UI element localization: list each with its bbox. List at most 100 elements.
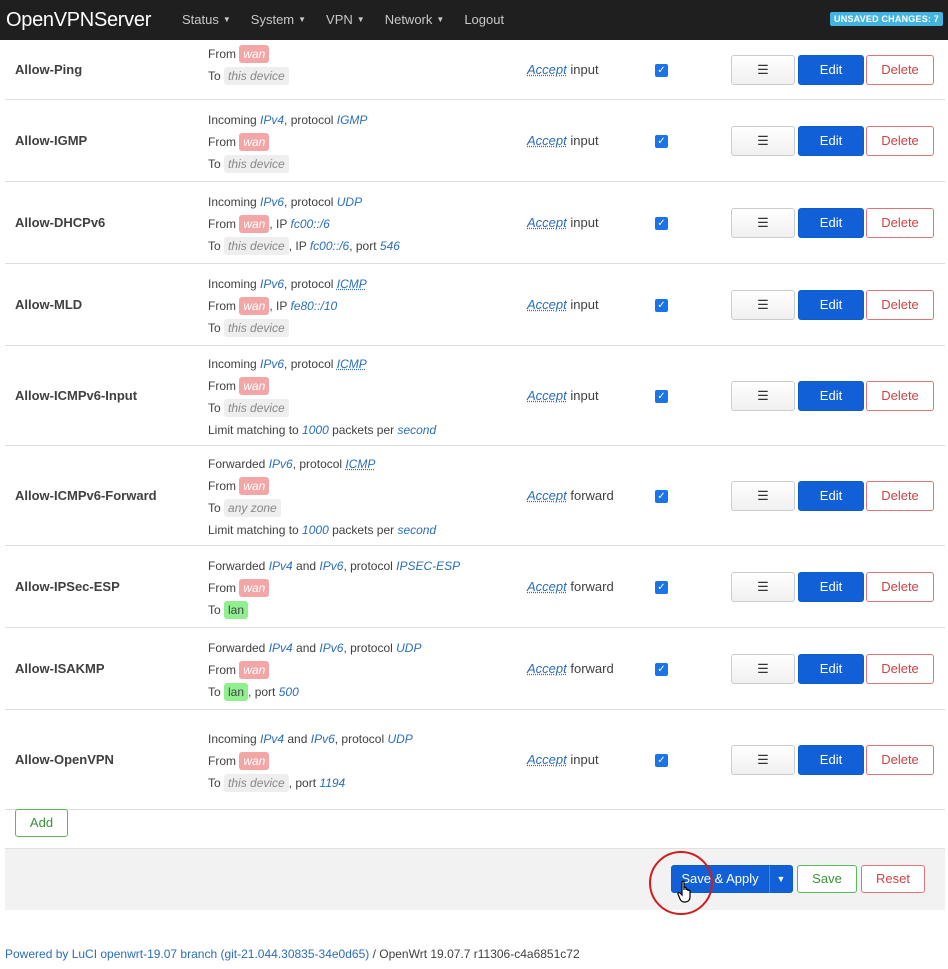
action-chain: input (566, 133, 599, 148)
rule-desc-line: From wan (208, 659, 421, 681)
rule-desc-line: From wan (208, 131, 367, 153)
desc-value: IPv6 (310, 732, 335, 746)
drag-menu-button[interactable]: ☰ (731, 290, 795, 320)
desc-text: To (208, 685, 225, 699)
desc-value: 1000 (302, 523, 329, 537)
desc-text: and (284, 732, 311, 746)
desc-value: IPv4 (260, 732, 285, 746)
rule-desc-line: From wan (208, 577, 460, 599)
desc-value: fc00::/6 (290, 217, 330, 231)
add-button[interactable]: Add (15, 809, 68, 837)
zone-badge: this device (224, 155, 289, 173)
rule-desc-line: Incoming IPv4, protocol IGMP (208, 109, 367, 131)
drag-menu-button[interactable]: ☰ (731, 654, 795, 684)
rule-action: Accept input (527, 133, 599, 148)
drag-menu-button[interactable]: ☰ (731, 208, 795, 238)
delete-button[interactable]: Delete (866, 654, 934, 684)
edit-button[interactable]: Edit (798, 381, 864, 411)
enable-checkbox[interactable]: ✓ (655, 135, 668, 148)
desc-text: To (208, 239, 225, 253)
desc-value: 1194 (319, 776, 346, 790)
edit-button[interactable]: Edit (798, 290, 864, 320)
delete-button[interactable]: Delete (866, 290, 934, 320)
enable-checkbox[interactable]: ✓ (655, 581, 668, 594)
enable-checkbox[interactable]: ✓ (655, 490, 668, 503)
delete-button[interactable]: Delete (866, 126, 934, 156)
zone-badge: wan (239, 215, 270, 233)
delete-button[interactable]: Delete (866, 745, 934, 775)
drag-menu-button[interactable]: ☰ (731, 481, 795, 511)
desc-text: To (208, 69, 225, 83)
drag-menu-button[interactable]: ☰ (731, 745, 795, 775)
menu-item-system[interactable]: System ▼ (241, 0, 316, 40)
desc-value: 546 (379, 239, 400, 253)
action-target: Accept (527, 488, 567, 503)
enable-checkbox[interactable]: ✓ (655, 299, 668, 312)
desc-value: IPv6 (268, 457, 293, 471)
edit-button[interactable]: Edit (798, 55, 864, 85)
save-apply-dropdown-button[interactable]: ▼ (769, 865, 793, 893)
desc-value: ICMP (336, 357, 367, 371)
edit-button[interactable]: Edit (798, 208, 864, 238)
zone-badge: wan (239, 133, 270, 151)
enable-checkbox[interactable]: ✓ (655, 754, 668, 767)
drag-menu-button[interactable]: ☰ (731, 381, 795, 411)
brand-title[interactable]: OpenVPNServer (0, 9, 172, 32)
desc-text: To (208, 157, 225, 171)
rule-name: Allow-IGMP (15, 133, 88, 148)
desc-text: From (208, 479, 240, 493)
enable-checkbox[interactable]: ✓ (655, 663, 668, 676)
zone-badge: lan (224, 683, 249, 701)
desc-value: ICMP (345, 457, 376, 471)
unsaved-changes-badge[interactable]: UNSAVED CHANGES: 7 (830, 12, 943, 26)
rule-row: Allow-ICMPv6-Forward Forwarded IPv6, prot… (5, 446, 945, 546)
desc-text: Incoming (208, 113, 261, 127)
menu-item-status[interactable]: Status ▼ (172, 0, 241, 40)
enable-checkbox[interactable]: ✓ (655, 64, 668, 77)
desc-text: Limit matching to (208, 423, 303, 437)
action-target: Accept (527, 62, 567, 77)
save-button[interactable]: Save (797, 865, 857, 893)
enable-checkbox[interactable]: ✓ (655, 390, 668, 403)
action-target: Accept (527, 297, 567, 312)
desc-text: From (208, 754, 240, 768)
edit-button[interactable]: Edit (798, 126, 864, 156)
rule-row: Allow-ISAKMP Forwarded IPv4 and IPv6, pro… (5, 628, 945, 710)
desc-value: fc00::/6 (309, 239, 350, 253)
menu-item-logout[interactable]: Logout (454, 0, 514, 40)
delete-button[interactable]: Delete (866, 481, 934, 511)
delete-button[interactable]: Delete (866, 55, 934, 85)
menu-item-vpn[interactable]: VPN ▼ (316, 0, 375, 40)
edit-button[interactable]: Edit (798, 481, 864, 511)
caret-down-icon: ▼ (298, 15, 307, 25)
rule-row: Allow-IGMP Incoming IPv4, protocol IGMP Fr… (5, 100, 945, 182)
edit-button[interactable]: Edit (798, 572, 864, 602)
rule-desc-line: To lan, port 500 (208, 681, 421, 703)
desc-text: , port (248, 685, 279, 699)
desc-text: packets per (328, 523, 398, 537)
delete-button[interactable]: Delete (866, 208, 934, 238)
drag-menu-button[interactable]: ☰ (731, 126, 795, 156)
desc-text: , protocol (284, 113, 337, 127)
luci-version-link[interactable]: Powered by LuCI openwrt-19.07 branch (gi… (5, 947, 369, 961)
edit-button[interactable]: Edit (798, 654, 864, 684)
menu-item-network[interactable]: Network ▼ (375, 0, 455, 40)
delete-button[interactable]: Delete (866, 572, 934, 602)
rule-name: Allow-Ping (15, 62, 83, 77)
drag-menu-button[interactable]: ☰ (731, 55, 795, 85)
delete-button[interactable]: Delete (866, 381, 934, 411)
caret-down-icon: ▼ (356, 15, 365, 25)
reset-button[interactable]: Reset (861, 865, 925, 893)
rule-desc-line: Incoming IPv6, protocol UDP (208, 191, 400, 213)
rule-desc-line: To any zone (208, 497, 436, 519)
rule-action: Accept input (527, 752, 599, 767)
action-target: Accept (527, 133, 567, 148)
desc-value: IPv6 (260, 195, 285, 209)
desc-text: , protocol (334, 732, 388, 746)
drag-menu-button[interactable]: ☰ (731, 572, 795, 602)
menu-label: Status (182, 11, 219, 27)
rule-name: Allow-ICMPv6-Forward (15, 488, 157, 503)
edit-button[interactable]: Edit (798, 745, 864, 775)
enable-checkbox[interactable]: ✓ (655, 217, 668, 230)
rule-desc-line: To this device, IP fc00::/6, port 546 (208, 235, 400, 257)
